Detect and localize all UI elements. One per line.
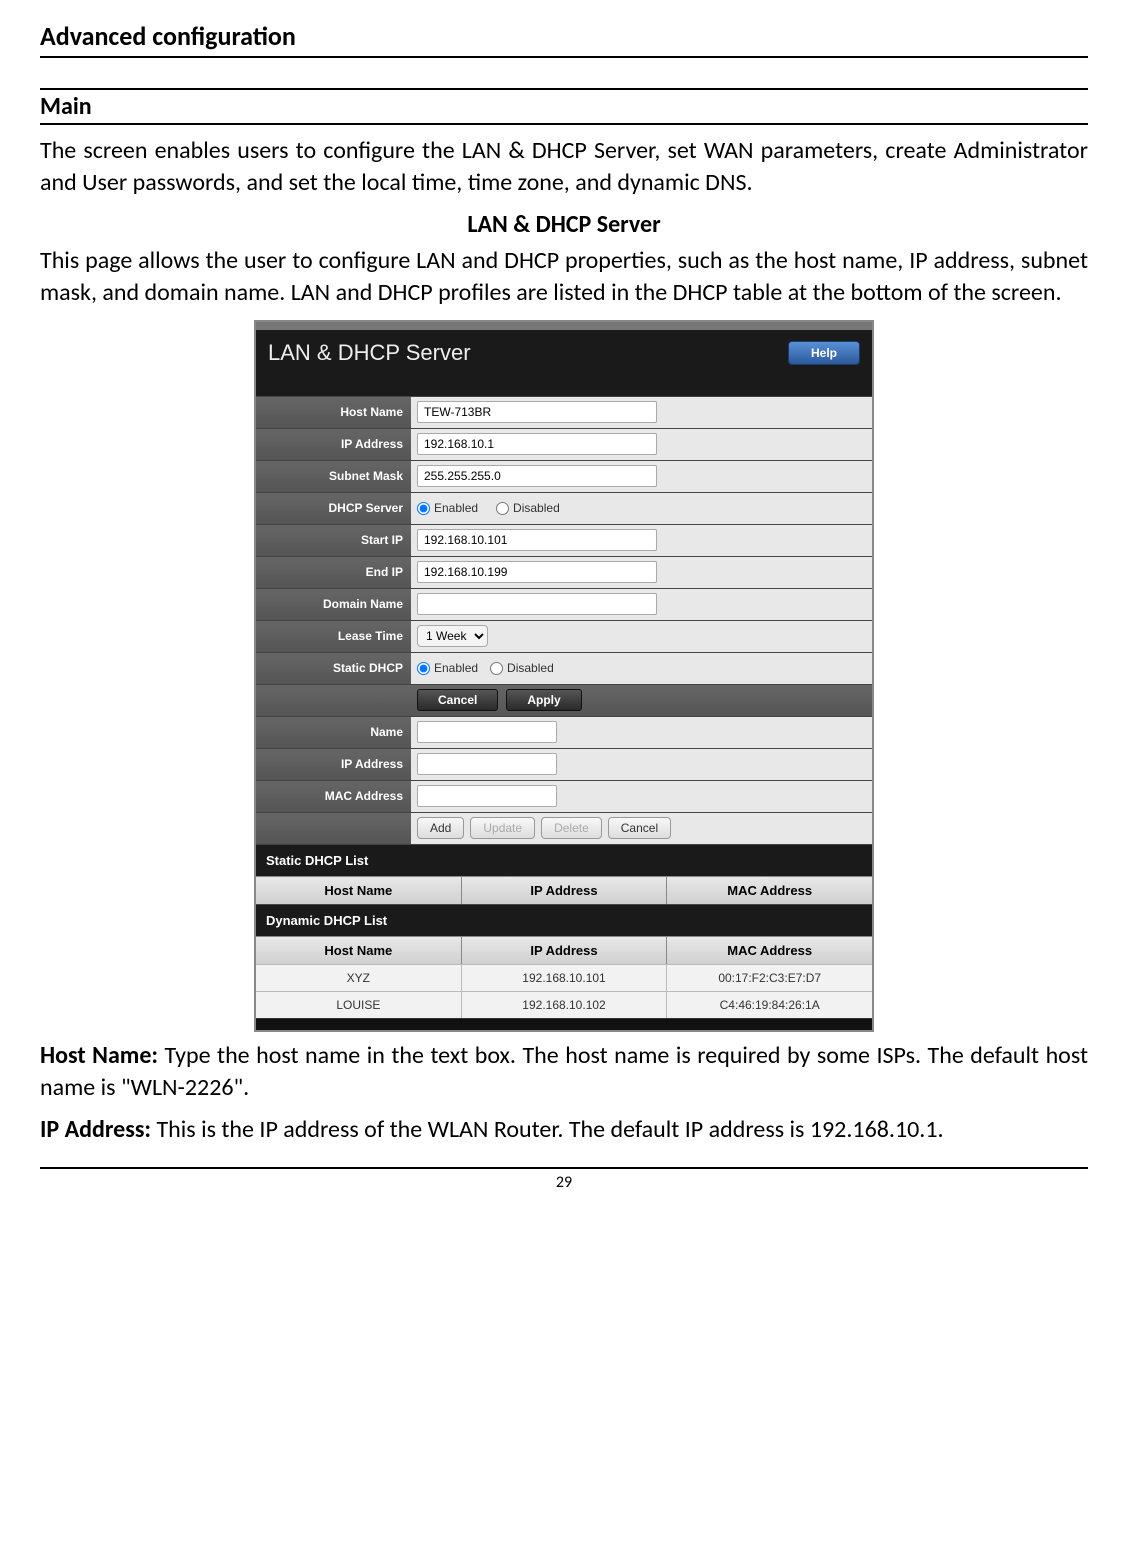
cell-ip: 192.168.10.101	[462, 965, 668, 991]
domain-name-input[interactable]	[417, 593, 657, 615]
panel-title: LAN & DHCP Server	[268, 340, 471, 366]
update-button[interactable]: Update	[470, 817, 535, 839]
static-enabled-radio[interactable]	[417, 662, 430, 675]
ip2-label: IP Address	[256, 749, 411, 780]
cell-mac: 00:17:F2:C3:E7:D7	[667, 965, 872, 991]
ip-text: This is the IP address of the WLAN Route…	[151, 1115, 944, 1144]
cancel2-button[interactable]: Cancel	[608, 817, 671, 839]
cell-host: XYZ	[256, 965, 462, 991]
empty-label2	[256, 813, 411, 844]
cell-host: LOUISE	[256, 992, 462, 1018]
cancel-button[interactable]: Cancel	[417, 689, 498, 711]
empty-label	[256, 685, 411, 716]
ip-address-input[interactable]	[417, 433, 657, 455]
static-disabled-radio[interactable]	[490, 662, 503, 675]
name-input[interactable]	[417, 721, 557, 743]
col-host2: Host Name	[256, 937, 462, 964]
cell-mac: C4:46:19:84:26:1A	[667, 992, 872, 1018]
col-host: Host Name	[256, 877, 462, 904]
col-ip2: IP Address	[462, 937, 668, 964]
doc-header: Advanced configuration	[40, 20, 1088, 58]
host-name-text: Type the host name in the text box. The …	[40, 1041, 1088, 1102]
ip-address-label: IP Address	[256, 429, 411, 460]
mac-input[interactable]	[417, 785, 557, 807]
ip2-input[interactable]	[417, 753, 557, 775]
host-name-input[interactable]	[417, 401, 657, 423]
intro-text: The screen enables users to configure th…	[40, 135, 1088, 200]
dynamic-dhcp-list-header: Dynamic DHCP List	[256, 904, 872, 936]
lan-dhcp-screenshot: LAN & DHCP Server Help Host Name IP Addr…	[254, 320, 874, 1032]
table-row: XYZ 192.168.10.101 00:17:F2:C3:E7:D7	[256, 964, 872, 991]
lease-time-select[interactable]: 1 Week	[417, 625, 488, 647]
host-name-description: Host Name: Type the host name in the tex…	[40, 1040, 1088, 1105]
dhcp-enabled-radio[interactable]	[417, 502, 430, 515]
cell-ip: 192.168.10.102	[462, 992, 668, 1018]
domain-name-label: Domain Name	[256, 589, 411, 620]
start-ip-input[interactable]	[417, 529, 657, 551]
add-button[interactable]: Add	[417, 817, 464, 839]
mac-label: MAC Address	[256, 781, 411, 812]
help-button[interactable]: Help	[788, 341, 860, 365]
end-ip-label: End IP	[256, 557, 411, 588]
host-name-label: Host Name	[256, 397, 411, 428]
static-dhcp-label: Static DHCP	[256, 653, 411, 684]
static-table-head: Host Name IP Address MAC Address	[256, 876, 872, 904]
subnet-mask-label: Subnet Mask	[256, 461, 411, 492]
table-row: LOUISE 192.168.10.102 C4:46:19:84:26:1A	[256, 991, 872, 1018]
disabled-text2: Disabled	[507, 661, 554, 675]
scrollbar-bottom[interactable]	[256, 1018, 872, 1030]
start-ip-label: Start IP	[256, 525, 411, 556]
section-main-title: Main	[40, 88, 1088, 125]
window-chrome	[256, 322, 872, 330]
end-ip-input[interactable]	[417, 561, 657, 583]
lan-dhcp-subheading: LAN & DHCP Server	[40, 210, 1088, 239]
dhcp-server-label: DHCP Server	[256, 493, 411, 524]
apply-button[interactable]: Apply	[506, 689, 581, 711]
subnet-mask-input[interactable]	[417, 465, 657, 487]
dhcp-disabled-radio[interactable]	[496, 502, 509, 515]
enabled-text: Enabled	[434, 501, 478, 515]
ip-bold: IP Address:	[40, 1115, 151, 1144]
lease-time-label: Lease Time	[256, 621, 411, 652]
disabled-text: Disabled	[513, 501, 560, 515]
ip-address-description: IP Address: This is the IP address of th…	[40, 1114, 1088, 1146]
name-label: Name	[256, 717, 411, 748]
col-mac2: MAC Address	[667, 937, 872, 964]
sub-intro-text: This page allows the user to configure L…	[40, 245, 1088, 310]
delete-button[interactable]: Delete	[541, 817, 602, 839]
static-dhcp-list-header: Static DHCP List	[256, 844, 872, 876]
col-mac: MAC Address	[667, 877, 872, 904]
dynamic-table-head: Host Name IP Address MAC Address	[256, 936, 872, 964]
page-number: 29	[40, 1167, 1088, 1192]
host-name-bold: Host Name:	[40, 1041, 158, 1070]
enabled-text2: Enabled	[434, 661, 478, 675]
col-ip: IP Address	[462, 877, 668, 904]
